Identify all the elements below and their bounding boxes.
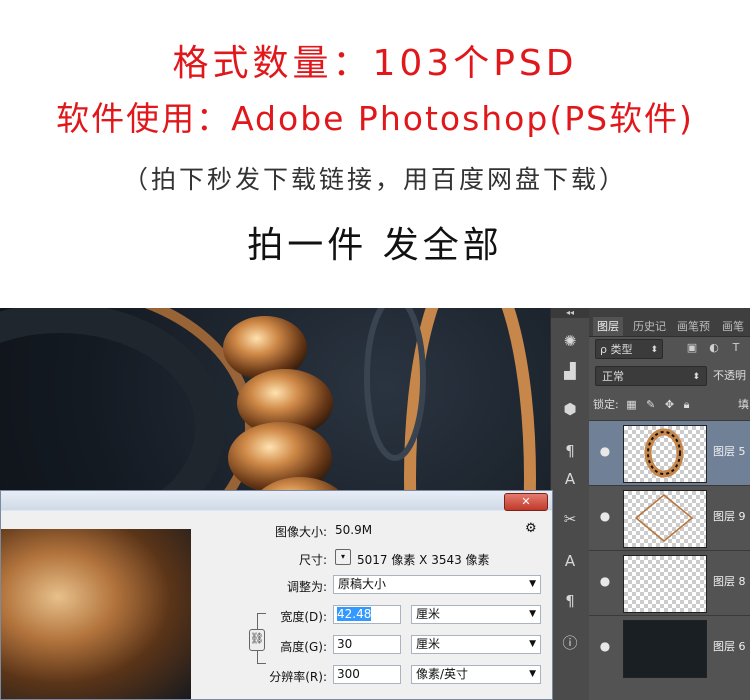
character-styles-icon[interactable]: A	[559, 550, 581, 572]
info-icon[interactable]: ⓘ	[559, 632, 581, 654]
image-size-dialog: ✕ 图像大小: 50.9M ⚙ 尺寸: ▾ 5017 像素 X 3543 像素 …	[0, 490, 553, 700]
tool-presets-icon[interactable]: ✂	[559, 508, 581, 530]
histogram-icon[interactable]: ▟	[559, 360, 581, 382]
chevron-down-icon: ▼	[529, 609, 536, 619]
dimensions-label: 尺寸:	[298, 553, 327, 567]
width-label: 宽度(D):	[280, 610, 327, 624]
layer-name: 图层 6	[713, 640, 746, 653]
type-filter-icon[interactable]: T	[729, 341, 743, 355]
resolution-label: 分辨率(R):	[269, 670, 327, 684]
tab-layers[interactable]: 图层	[593, 317, 623, 336]
chevron-down-icon: ▼	[529, 669, 536, 679]
resolution-value: 300	[337, 667, 360, 681]
opacity-label: 不透明	[713, 369, 746, 382]
lock-move-icon[interactable]: ✥	[665, 398, 674, 411]
visibility-eye-icon[interactable]: ●	[597, 638, 613, 654]
ring-thumbnail-art	[644, 428, 684, 478]
layer-row[interactable]: ● 图层 8	[589, 550, 750, 615]
fit-to-label: 调整为:	[286, 580, 327, 594]
paragraph-styles-icon[interactable]: ¶	[559, 590, 581, 612]
panel-dock-icons: ◂◂ ✺ ▟ ⬢ ¶ A ✂ A ¶ ⓘ	[550, 308, 590, 700]
tab-history[interactable]: 历史记	[633, 317, 666, 336]
height-unit-select[interactable]: 厘米 ▼	[411, 635, 541, 654]
chevron-updown-icon: ⬍	[650, 345, 658, 355]
height-value: 30	[337, 637, 353, 651]
character-icon[interactable]: A	[559, 468, 581, 490]
resolution-unit-select[interactable]: 像素/英寸 ▼	[411, 665, 541, 684]
height-input[interactable]: 30	[333, 635, 401, 654]
blend-mode-select[interactable]: 正常 ⬍	[595, 366, 707, 386]
layer-kind-select[interactable]: ρ 类型 ⬍	[595, 339, 663, 359]
layer-row[interactable]: ● 图层 6	[589, 615, 750, 680]
layer-filter-row: ρ 类型 ⬍ ▣ ◐ T	[593, 339, 750, 361]
blend-row: 正常 ⬍ 不透明	[593, 366, 750, 388]
tab-brush[interactable]: 画笔	[722, 317, 744, 336]
height-unit-value: 厘米	[416, 637, 441, 651]
lock-all-icon[interactable]: 🔒︎	[684, 398, 690, 411]
image-size-label: 图像大小:	[274, 525, 327, 539]
dimensions-value: 5017 像素 X 3543 像素	[357, 553, 490, 567]
tab-brush-presets[interactable]: 画笔预	[677, 317, 710, 336]
promo-tagline: 拍一件 发全部	[247, 225, 503, 266]
promo-banner: 格式数量：103个PSD 软件使用：Adobe Photoshop(PS软件) …	[0, 0, 750, 308]
chevron-down-icon: ▼	[529, 639, 536, 649]
promo-download-note: （拍下秒发下载链接，用百度网盘下载）	[122, 165, 627, 194]
fit-to-value: 原稿大小	[338, 577, 387, 591]
layer-thumbnail	[623, 620, 707, 678]
adjustment-filter-icon[interactable]: ◐	[707, 341, 721, 355]
image-filter-icon[interactable]: ▣	[685, 341, 699, 355]
dialog-titlebar[interactable]: ✕	[1, 491, 552, 511]
promo-format-count: 格式数量：103个PSD	[172, 43, 578, 84]
layer-name: 图层 8	[713, 575, 746, 588]
width-unit-select[interactable]: 厘米 ▼	[411, 605, 541, 624]
panel-tabs: 图层 历史记 画笔预 画笔	[589, 308, 750, 337]
height-label: 高度(G):	[280, 640, 327, 654]
dialog-body: 图像大小: 50.9M ⚙ 尺寸: ▾ 5017 像素 X 3543 像素 调整…	[1, 511, 552, 699]
chevron-updown-icon: ⬍	[692, 372, 700, 382]
promo-software: 软件使用：Adobe Photoshop(PS软件)	[56, 99, 694, 138]
visibility-eye-icon[interactable]: ●	[597, 508, 613, 524]
lock-paint-icon[interactable]: ✎	[646, 398, 655, 411]
resolution-input[interactable]: 300	[333, 665, 401, 684]
layer-row[interactable]: ● 图层 5	[589, 420, 750, 485]
close-button[interactable]: ✕	[504, 493, 548, 511]
gear-icon[interactable]: ⚙	[525, 521, 537, 536]
layer-name: 图层 9	[713, 510, 746, 523]
width-unit-value: 厘米	[416, 607, 441, 621]
chevron-down-icon: ▼	[529, 579, 536, 589]
brightness-icon[interactable]: ✺	[559, 330, 581, 352]
layers-panel: 图层 历史记 画笔预 画笔 ρ 类型 ⬍ ▣ ◐ T 正常 ⬍ 不透明 锁定: ▦ …	[589, 308, 750, 700]
blend-mode-value: 正常	[602, 370, 624, 383]
3d-cube-icon[interactable]: ⬢	[559, 398, 581, 420]
layer-thumbnail	[623, 555, 707, 613]
image-size-value: 50.9M	[335, 523, 373, 537]
collapse-dock-icon[interactable]: ◂◂	[551, 308, 589, 318]
width-input[interactable]: 42.48	[333, 605, 401, 624]
paragraph-icon[interactable]: ¶	[559, 440, 581, 462]
layer-name: 图层 5	[713, 445, 746, 458]
layer-thumbnail	[623, 425, 707, 483]
visibility-eye-icon[interactable]: ●	[597, 573, 613, 589]
width-value: 42.48	[337, 607, 372, 621]
resolution-unit-value: 像素/英寸	[416, 667, 469, 681]
fit-to-select[interactable]: 原稿大小 ▼	[333, 575, 541, 594]
diamond-thumbnail-art	[634, 494, 694, 542]
photoshop-screenshot: ◂◂ ✺ ▟ ⬢ ¶ A ✂ A ¶ ⓘ 图层 历史记 画笔预 画笔 ρ 类型 ⬍…	[0, 308, 750, 700]
lock-row: 锁定: ▦ ✎ ✥ 🔒︎ 填	[593, 394, 750, 416]
visibility-eye-icon[interactable]: ●	[597, 443, 613, 459]
layer-thumbnail	[623, 490, 707, 548]
layer-row[interactable]: ● 图层 9	[589, 485, 750, 550]
image-preview[interactable]	[1, 529, 191, 699]
lock-label: 锁定:	[593, 398, 619, 411]
dimensions-toggle[interactable]: ▾	[335, 549, 351, 565]
layer-kind-label: ρ 类型	[600, 343, 633, 356]
fill-label: 填	[738, 398, 749, 411]
lock-transparent-icon[interactable]: ▦	[626, 398, 636, 411]
